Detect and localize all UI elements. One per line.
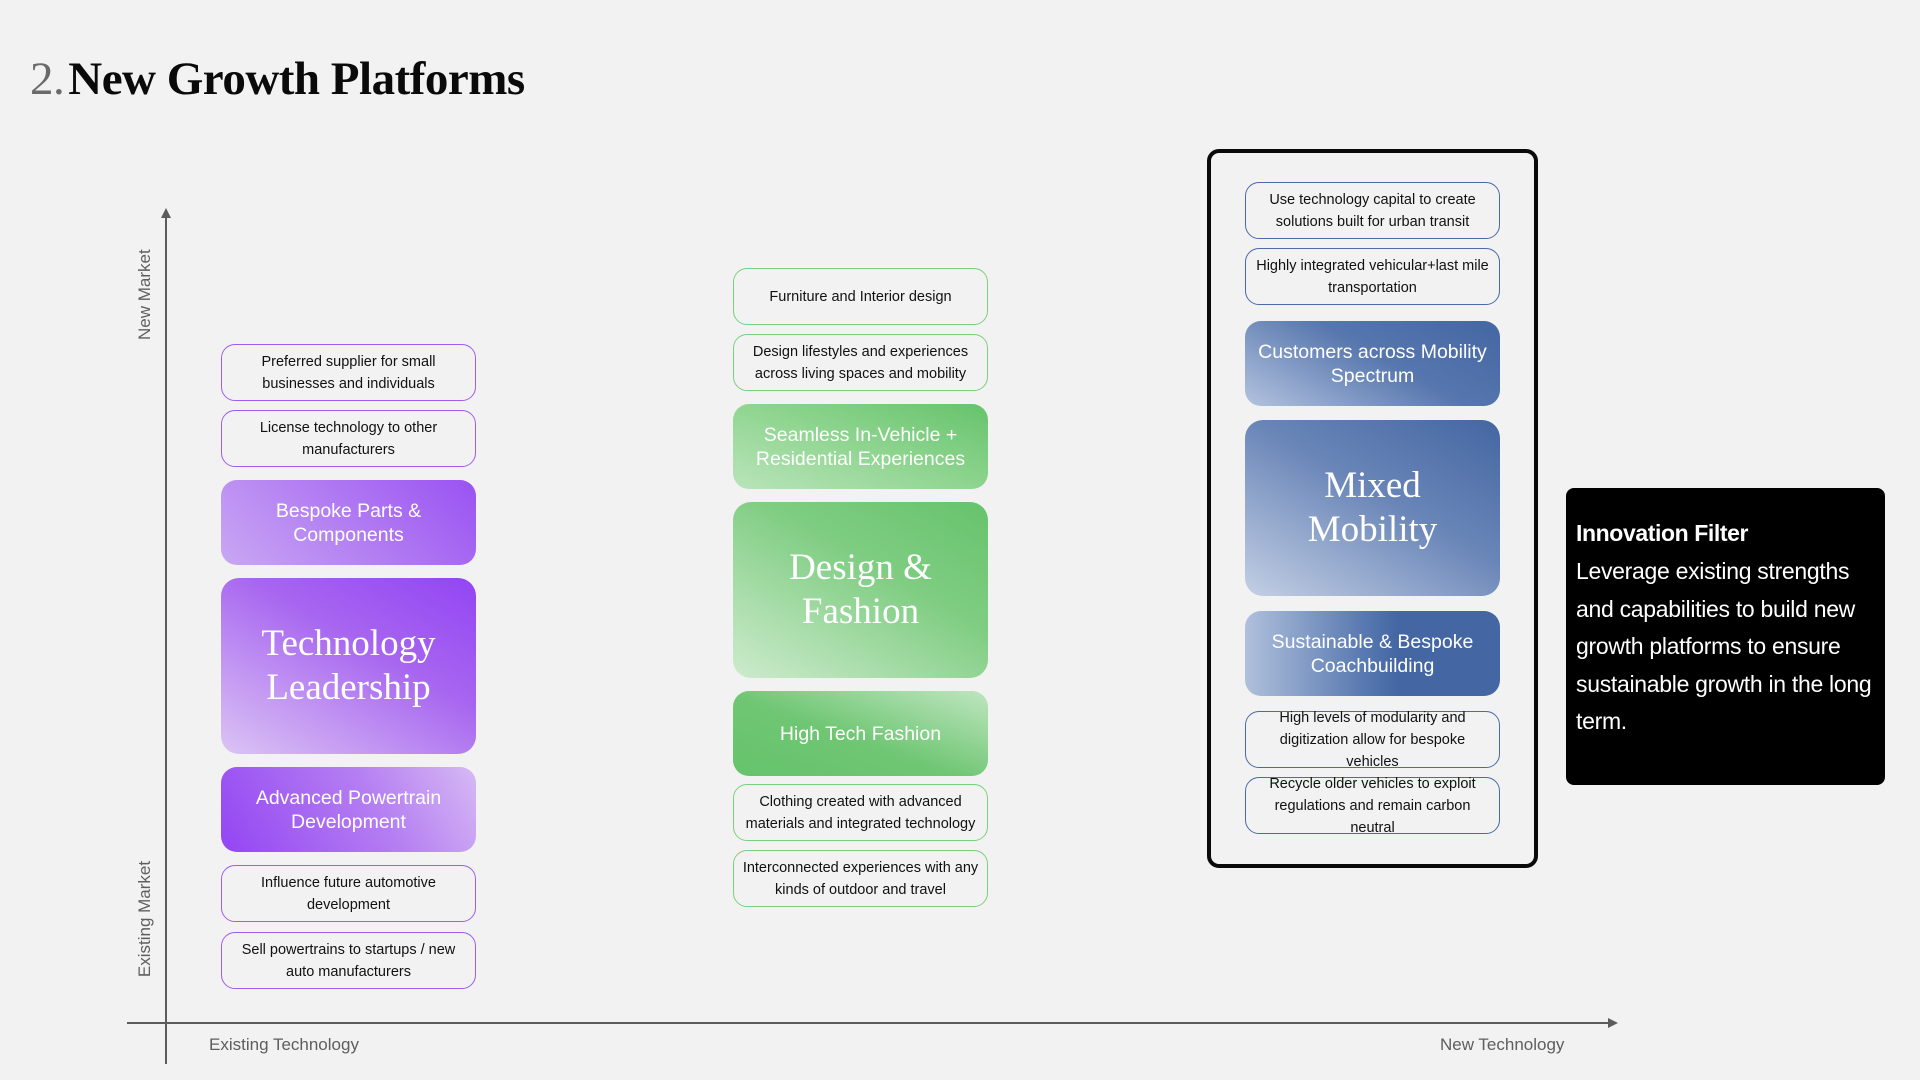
y-axis-arrow-icon — [161, 208, 171, 218]
core-platform-technology-leadership: Technology Leadership — [221, 578, 476, 754]
opportunity-card: License technology to other manufacturer… — [221, 410, 476, 467]
opportunity-card: Recycle older vehicles to exploit regula… — [1245, 776, 1500, 836]
opportunity-card: High levels of modularity and digitizati… — [1245, 710, 1500, 770]
opportunity-card: Highly integrated vehicular+last mile tr… — [1245, 248, 1500, 305]
x-axis-label-new-technology: New Technology — [1440, 1035, 1565, 1054]
opportunity-card: Interconnected experiences with any kind… — [733, 850, 988, 907]
platform-card-advanced-powertrain: Advanced Powertrain Development — [221, 767, 476, 852]
innovation-filter-body: Leverage existing strengths and capabili… — [1576, 558, 1872, 734]
platform-card-sustainable-coachbuilding: Sustainable & Bespoke Coachbuilding — [1245, 611, 1500, 696]
opportunity-card: Sell powertrains to startups / new auto … — [221, 932, 476, 989]
page-title: 2.New Growth Platforms — [30, 52, 525, 106]
x-axis-arrow-icon — [1608, 1018, 1618, 1028]
opportunity-card: Influence future automotive development — [221, 865, 476, 922]
section-number: 2. — [30, 53, 65, 105]
opportunity-card: Preferred supplier for small businesses … — [221, 344, 476, 401]
platform-card-bespoke-parts: Bespoke Parts & Components — [221, 480, 476, 565]
title-text: New Growth Platforms — [68, 53, 525, 105]
opportunity-card: Furniture and Interior design — [733, 268, 988, 325]
core-platform-mixed-mobility: Mixed Mobility — [1245, 420, 1500, 596]
opportunity-card: Use technology capital to create solutio… — [1245, 182, 1500, 239]
platform-card-high-tech-fashion: High Tech Fashion — [733, 691, 988, 776]
innovation-filter-callout: Innovation Filter Leverage existing stre… — [1566, 488, 1885, 785]
innovation-filter-title: Innovation Filter — [1576, 520, 1749, 546]
platform-card-seamless-experiences: Seamless In-Vehicle + Residential Experi… — [733, 404, 988, 489]
core-platform-design-fashion: Design & Fashion — [733, 502, 988, 678]
platform-card-customers-mobility: Customers across Mobility Spectrum — [1245, 321, 1500, 406]
y-axis-line — [165, 214, 167, 1064]
x-axis-label-existing-technology: Existing Technology — [209, 1035, 359, 1054]
y-axis-label-existing-market: Existing Market — [135, 860, 154, 978]
x-axis-line — [127, 1022, 1613, 1024]
opportunity-card: Design lifestyles and experiences across… — [733, 334, 988, 391]
opportunity-card: Clothing created with advanced materials… — [733, 784, 988, 841]
y-axis-label-new-market: New Market — [135, 249, 154, 340]
